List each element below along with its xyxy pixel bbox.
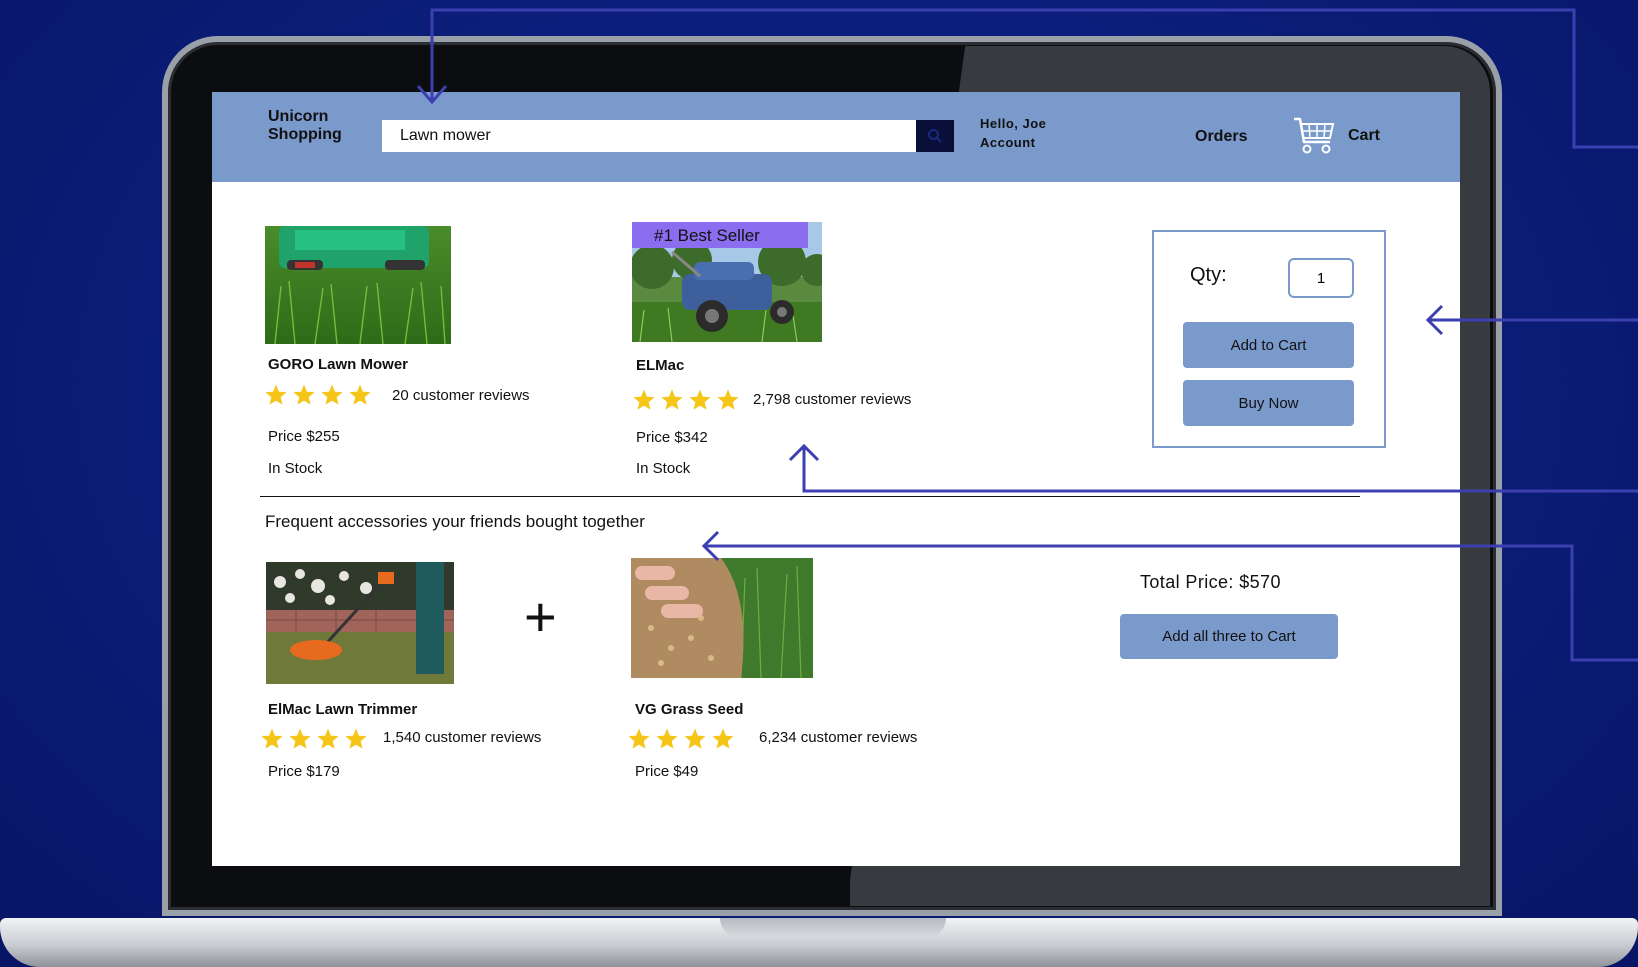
connector-accessories xyxy=(706,544,1638,662)
annotation-connectors xyxy=(416,8,1638,662)
connector-search xyxy=(430,8,1638,149)
connector-reviews xyxy=(802,448,1638,493)
